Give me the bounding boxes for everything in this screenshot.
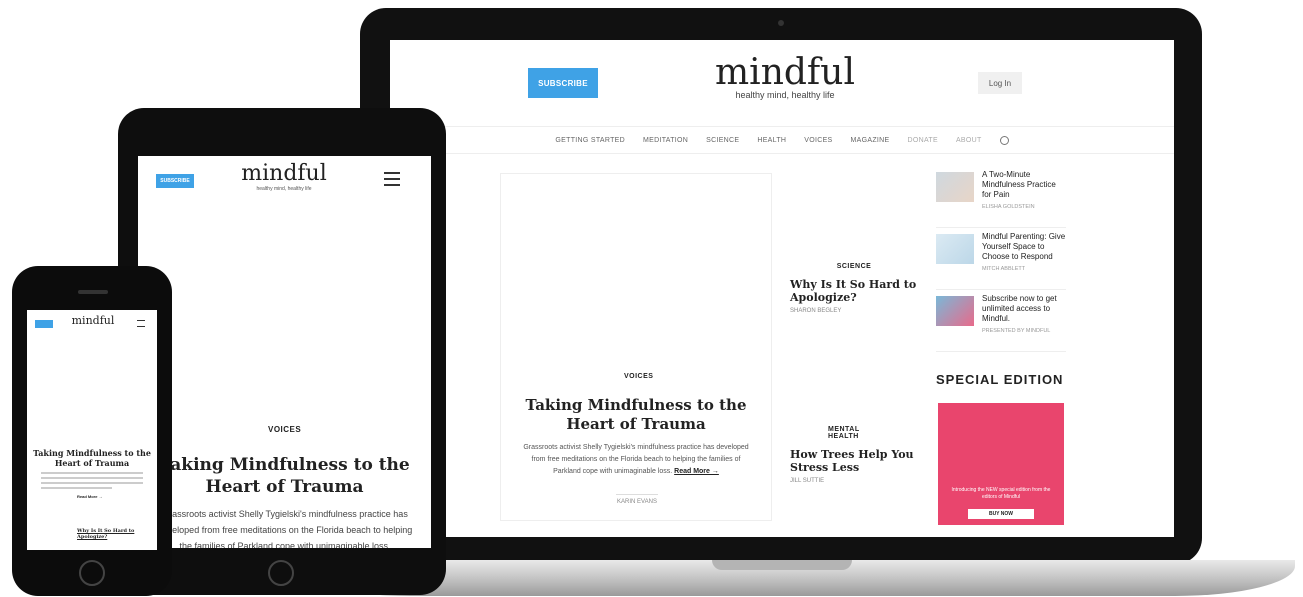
main-nav: GETTING STARTED MEDITATION SCIENCE HEALT… (390, 126, 1174, 154)
sidebar-item[interactable]: Mindful Parenting: Give Yourself Space t… (936, 232, 1066, 290)
tablet-logo[interactable]: mindful healthy mind, healthy life (234, 161, 334, 193)
nav-science[interactable]: SCIENCE (706, 137, 739, 144)
article-card-author[interactable]: SHARON BEGLEY (790, 308, 918, 314)
tablet-subscribe-button[interactable]: SUBSCRIBE (156, 174, 194, 188)
article-card[interactable]: SCIENCE Why Is It So Hard to Apologize? … (790, 173, 918, 314)
phone-logo[interactable]: mindful (71, 314, 115, 327)
sidebar-item-author[interactable]: PRESENTED BY MINDFUL (982, 328, 1066, 334)
article-card-image[interactable]: MENTAL HEALTH (790, 343, 918, 443)
nav-about[interactable]: ABOUT (956, 137, 982, 144)
hero-title[interactable]: Taking Mindfulness to the Heart of Traum… (509, 396, 763, 434)
sidebar-item-title[interactable]: Subscribe now to get unlimited access to… (982, 294, 1066, 324)
hero-image[interactable] (501, 174, 771, 379)
sidebar-thumb[interactable] (936, 296, 974, 326)
tablet-home-button (268, 560, 294, 586)
login-button[interactable]: Log In (978, 72, 1022, 94)
phone-subscribe-button[interactable] (35, 320, 53, 328)
phone-hero-image[interactable] (31, 342, 153, 432)
nav-health[interactable]: HEALTH (757, 137, 786, 144)
phone-card-title[interactable]: Why Is It So Hard to Apologize? (77, 528, 147, 540)
magazine-cover-image[interactable] (964, 403, 1028, 483)
phone-screen: mindful Taking Mindfulness to the Heart … (27, 310, 157, 550)
phone-hero-dek (41, 472, 143, 492)
article-card[interactable]: MENTAL HEALTH How Trees Help You Stress … (790, 343, 918, 484)
phone-hero-title[interactable]: Taking Mindfulness to the Heart of Traum… (31, 448, 153, 468)
tablet-hero-title[interactable]: Taking Mindfulness to the Heart of Traum… (148, 454, 421, 498)
logo-wordmark: mindful (715, 52, 855, 93)
hero-category-tag[interactable]: VOICES (618, 370, 660, 383)
tablet-hero-dek: Grassroots activist Shelly Tygielski's m… (157, 509, 413, 548)
special-edition-heading: SPECIAL EDITION (936, 372, 1064, 387)
sidebar-item[interactable]: Subscribe now to get unlimited access to… (936, 294, 1066, 352)
phone-card-image[interactable] (31, 528, 71, 550)
article-card-image[interactable]: SCIENCE (790, 173, 918, 273)
sidebar-thumb[interactable] (936, 234, 974, 264)
sidebar-item-title[interactable]: A Two-Minute Mindfulness Practice for Pa… (982, 170, 1066, 200)
phone-menu-icon[interactable] (137, 320, 145, 327)
nav-magazine[interactable]: MAGAZINE (851, 137, 890, 144)
phone-home-button (79, 560, 105, 586)
hamburger-menu-icon[interactable] (384, 172, 400, 186)
read-more-link[interactable]: Read More → (674, 468, 719, 475)
hero-dek: Grassroots activist Shelly Tygielski's m… (521, 442, 751, 478)
sidebar-item[interactable]: A Two-Minute Mindfulness Practice for Pa… (936, 170, 1066, 228)
phone-speaker (78, 290, 108, 294)
nav-getting-started[interactable]: GETTING STARTED (555, 137, 625, 144)
article-card-author[interactable]: JILL SUTTIE (790, 478, 918, 484)
sidebar-item-author[interactable]: ELISHA GOLDSTEIN (982, 204, 1066, 210)
hero-author[interactable]: KARIN EVANS (616, 494, 658, 505)
tablet-category-tag[interactable]: VOICES (262, 422, 308, 437)
nav-voices[interactable]: VOICES (804, 137, 832, 144)
nav-donate[interactable]: DONATE (908, 137, 938, 144)
tablet-screen: SUBSCRIBE mindful healthy mind, healthy … (138, 156, 431, 548)
subscribe-button[interactable]: SUBSCRIBE (528, 68, 598, 98)
laptop-camera (778, 20, 784, 26)
tablet-hero-image[interactable] (144, 224, 424, 434)
ad-text: Introducing the NEW special edition from… (951, 487, 1051, 500)
hero-article[interactable]: VOICES Taking Mindfulness to the Heart o… (500, 173, 772, 521)
special-edition-ad[interactable]: Introducing the NEW special edition from… (938, 403, 1064, 525)
sidebar-thumb[interactable] (936, 172, 974, 202)
sidebar-item-author[interactable]: MITCH ABBLETT (982, 266, 1066, 272)
article-card-tag[interactable]: SCIENCE (830, 260, 878, 273)
nav-meditation[interactable]: MEDITATION (643, 137, 688, 144)
buy-now-button[interactable]: BUY NOW (968, 509, 1034, 519)
tablet-logo-wordmark: mindful (241, 161, 327, 186)
site-logo[interactable]: mindful healthy mind, healthy life (710, 52, 860, 101)
sidebar-item-title[interactable]: Mindful Parenting: Give Yourself Space t… (982, 232, 1066, 262)
tablet-logo-tagline: healthy mind, healthy life (256, 186, 312, 192)
article-card-title[interactable]: How Trees Help You Stress Less (790, 448, 918, 474)
laptop-notch (712, 560, 852, 570)
phone-read-more-link[interactable]: Read More → (77, 494, 103, 499)
search-icon[interactable] (999, 135, 1009, 145)
article-card-tag[interactable]: MENTAL HEALTH (822, 423, 886, 443)
sidebar-list: A Two-Minute Mindfulness Practice for Pa… (936, 170, 1066, 356)
article-card-title[interactable]: Why Is It So Hard to Apologize? (790, 278, 918, 304)
laptop-screen: SUBSCRIBE mindful healthy mind, healthy … (390, 40, 1174, 537)
